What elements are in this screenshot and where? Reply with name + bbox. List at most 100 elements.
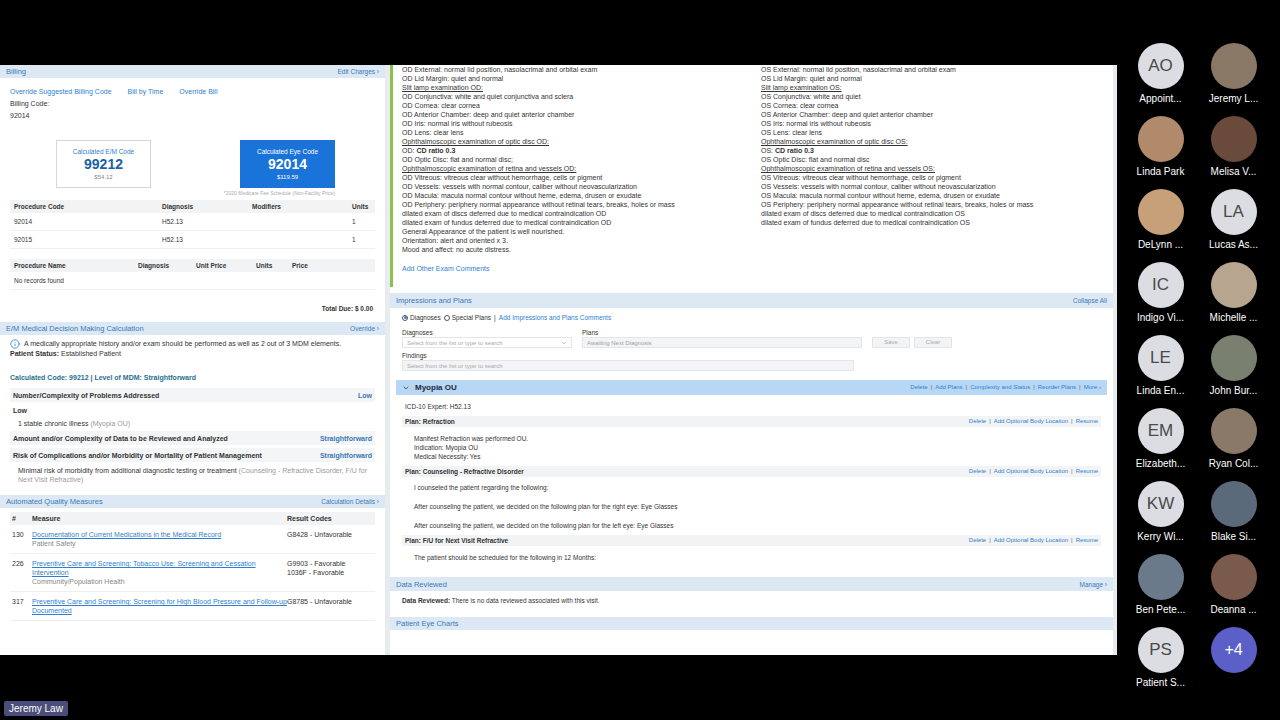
exam-heading: Ophthalmoscopic examination of optic dis…: [761, 137, 1113, 146]
separator: |: [989, 467, 991, 476]
measure-link[interactable]: Preventive Care and Screening: Screening…: [32, 597, 287, 615]
billing-link[interactable]: Override Bill: [179, 87, 217, 96]
action-link[interactable]: Add Optional Body Location: [994, 536, 1068, 545]
plan-header: Plan: F/U for Next Visit RefractiveDelet…: [402, 535, 1101, 546]
speaker-label: Jeremy Law: [4, 701, 68, 716]
section-action[interactable]: Collapse All: [1073, 296, 1107, 305]
form-button[interactable]: Clear: [914, 337, 952, 348]
measure-link[interactable]: Preventive Care and Screening: Tobacco U…: [32, 559, 287, 577]
participant-tile[interactable]: John Bur...: [1197, 335, 1270, 408]
participant-tile[interactable]: Ben Pete...: [1124, 554, 1197, 627]
action-link[interactable]: Add Optional Body Location: [994, 467, 1068, 476]
meeting-window: BillingEdit Charges ›Override Suggested …: [0, 0, 1280, 720]
participant-tile[interactable]: Ryan Col...: [1197, 408, 1270, 481]
billing-links: Override Suggested Billing Code Bill by T…: [0, 78, 385, 96]
participant-tile[interactable]: ICIndigo Vi...: [1124, 262, 1197, 335]
participant-tile[interactable]: KWKerry Wi...: [1124, 481, 1197, 554]
participant-tile[interactable]: Michelle ...: [1197, 262, 1270, 335]
add-exam-comments[interactable]: Add Other Exam Comments: [402, 254, 1113, 273]
participant-tile[interactable]: Blake Si...: [1197, 481, 1270, 554]
participant-tile[interactable]: Linda Park: [1124, 116, 1197, 189]
diagnosis-bar[interactable]: Myopia OUDelete|Add Plans|Complexity and…: [396, 380, 1107, 395]
separator: |: [1071, 417, 1073, 426]
section-action[interactable]: Override ›: [350, 324, 379, 333]
billing-link[interactable]: Bill by Time: [128, 87, 164, 96]
plans-input[interactable]: Awaiting Next Diagnosis: [582, 337, 862, 348]
exam-heading: Ophthalmoscopic examination of retina an…: [761, 164, 1113, 173]
billing-link[interactable]: Override Suggested Billing Code: [10, 87, 112, 96]
action-link[interactable]: Delete: [969, 417, 986, 426]
exam-line: OS Macula: macula normal contour without…: [761, 191, 1113, 200]
diagnoses-select[interactable]: Select from the list or type to search: [402, 337, 572, 348]
participant-photo: [1211, 116, 1257, 162]
expand-icon[interactable]: [402, 384, 410, 392]
exam-line: OS External: normal lid position, nasola…: [761, 65, 1113, 74]
participant-tile[interactable]: LELinda En...: [1124, 335, 1197, 408]
action-link[interactable]: Resume: [1076, 417, 1098, 426]
comments-link[interactable]: Add Impressions and Plans Comments: [499, 313, 611, 322]
action-link[interactable]: Delete: [969, 536, 986, 545]
table-header: #MeasureResult Codes: [10, 512, 375, 525]
mode-radio[interactable]: Diagnoses: [402, 313, 441, 322]
table-row: 92014H52.131: [10, 213, 375, 231]
action-link[interactable]: Add Plans: [935, 383, 962, 392]
exam-line: OD Conjunctiva: white and quiet conjunct…: [402, 92, 761, 101]
exam-line: dilated exam of discs deferred due to me…: [761, 209, 1113, 218]
participant-tile[interactable]: AOAppoint...: [1124, 43, 1197, 116]
more-participants[interactable]: +4: [1211, 627, 1257, 673]
exam-line: OD Anterior Chamber: deep and quiet ante…: [402, 110, 761, 119]
plan-title: Plan: Counseling - Refractive Disorder: [405, 467, 524, 476]
participant-initials: AO: [1138, 43, 1184, 89]
measure-id: 226: [12, 559, 32, 568]
action-link[interactable]: Add Optional Body Location: [994, 417, 1068, 426]
form-button[interactable]: Save: [872, 337, 910, 348]
code-card[interactable]: Calculated Eye Code92014$119.59: [240, 140, 335, 188]
measure-link[interactable]: Documentation of Current Medications in …: [32, 530, 287, 539]
participant-tile[interactable]: +4: [1197, 627, 1270, 700]
patient-status: Patient Status: Established Patient: [0, 349, 385, 358]
participant-name: Ryan Col...: [1209, 454, 1258, 470]
participant-tile[interactable]: LALucas As...: [1197, 189, 1270, 262]
action-link[interactable]: Complexity and Status: [970, 383, 1030, 392]
plan-actions: Delete|Add Optional Body Location|Resume: [969, 467, 1098, 476]
findings-input[interactable]: Select from the list or type to search: [402, 360, 854, 371]
code-card[interactable]: Calculated E/M Code99212$54.12: [56, 140, 151, 188]
radio-icon: [402, 315, 408, 321]
participant-tile[interactable]: Melisa V...: [1197, 116, 1270, 189]
action-link[interactable]: More ›: [1084, 383, 1101, 392]
separator: |: [931, 383, 933, 392]
participant-tile[interactable]: DeLynn ...: [1124, 189, 1197, 262]
participant-tile[interactable]: EMElizabeth...: [1124, 408, 1197, 481]
section-action[interactable]: Edit Charges ›: [337, 67, 379, 76]
participant-tile[interactable]: Jeremy L...: [1197, 43, 1270, 116]
participant-name: Blake Si...: [1211, 527, 1256, 543]
participant-tile[interactable]: PSPatient S...: [1124, 627, 1197, 700]
plans: Plan: RefractionDelete|Add Optional Body…: [390, 411, 1113, 562]
action-link[interactable]: Delete: [910, 383, 927, 392]
action-link[interactable]: Resume: [1076, 536, 1098, 545]
participant-initials: KW: [1138, 481, 1184, 527]
plan-line: I counseled the patient regarding the fo…: [414, 483, 1089, 492]
action-link[interactable]: Reorder Plans: [1038, 383, 1076, 392]
table-row: 92015H52.131: [10, 231, 375, 249]
mode-radio[interactable]: Special Plans: [444, 313, 491, 322]
field-label: Diagnoses: [402, 328, 572, 337]
action-link[interactable]: Delete: [969, 467, 986, 476]
separator: |: [989, 417, 991, 426]
participant-initials: LE: [1138, 335, 1184, 381]
participant-name: Appoint...: [1139, 89, 1181, 105]
action-link[interactable]: Resume: [1076, 467, 1098, 476]
empty-row: No records found: [10, 272, 375, 290]
participant-tile[interactable]: Deanna ...: [1197, 554, 1270, 627]
column-header: #: [12, 514, 32, 523]
exam-line: OS Iris: normal iris without rubeosis: [761, 119, 1113, 128]
result-code: G8785 - Unfavorable: [287, 597, 373, 606]
column-header: Modifiers: [252, 202, 352, 211]
exam-line: OD Optic Disc: flat and normal disc;: [402, 155, 761, 164]
section-action[interactable]: Calculation Details ›: [321, 497, 379, 506]
data-reviewed-header: Data ReviewedManage ›: [390, 577, 1113, 591]
exam-ratio: OS: CD ratio 0.3: [761, 146, 1113, 155]
result-code: G8428 - Unfavorable: [287, 530, 373, 539]
table-cell: 1: [352, 217, 371, 226]
section-action[interactable]: Manage ›: [1080, 580, 1107, 589]
